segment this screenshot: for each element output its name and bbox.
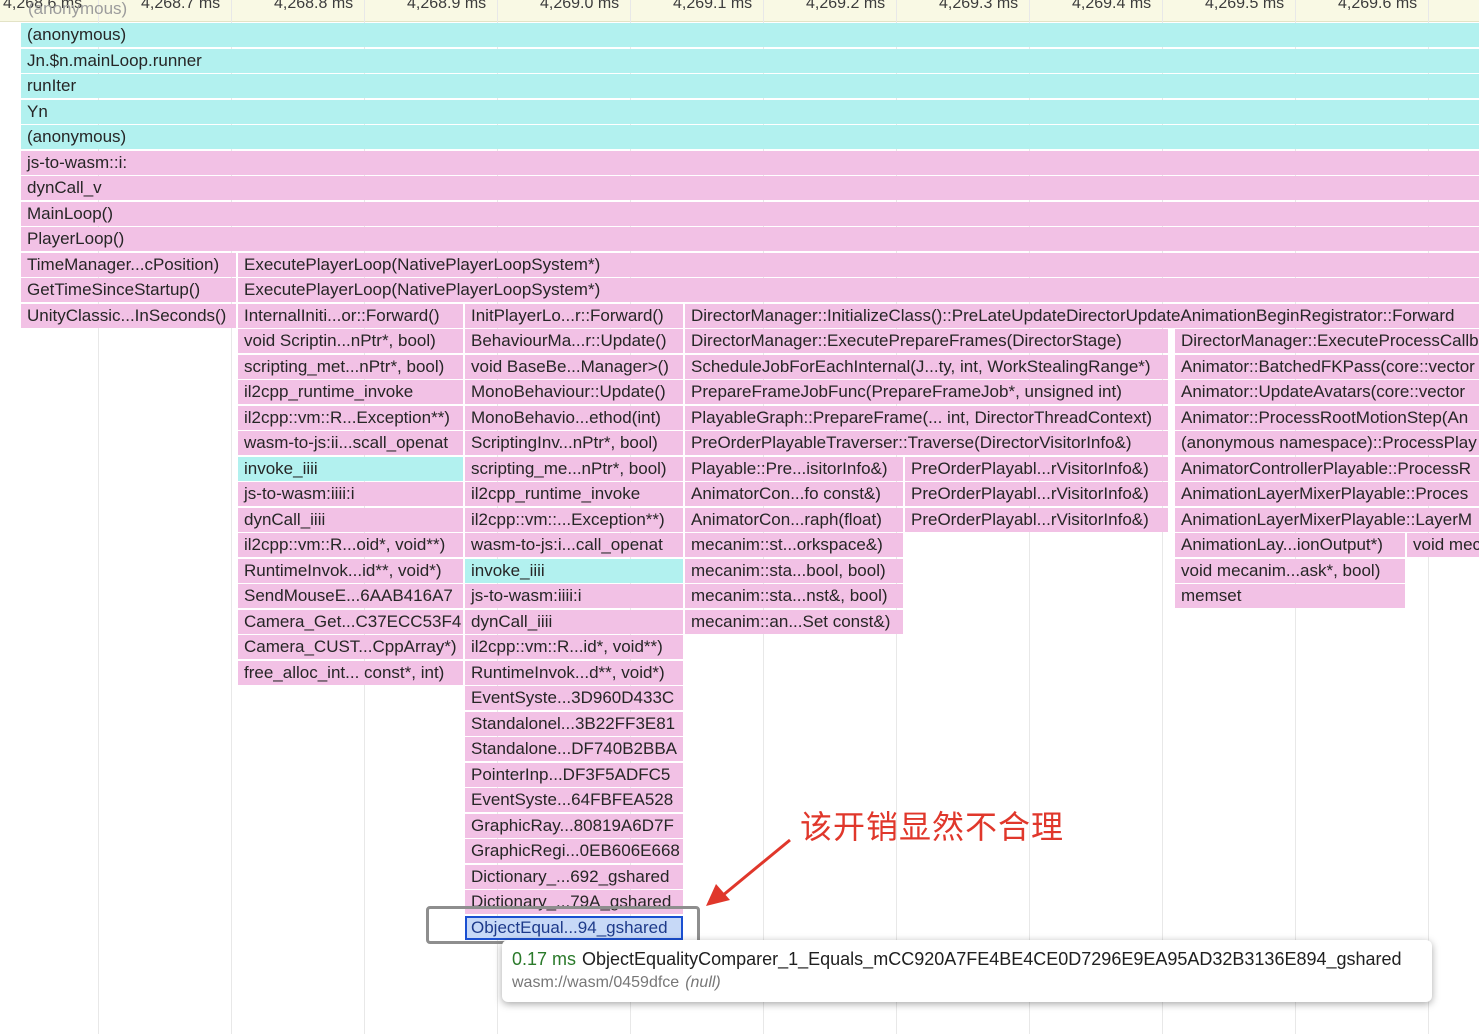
annotation-text: 该开销显然不合理 — [800, 809, 1065, 845]
tooltip-null: (null) — [685, 974, 721, 991]
tooltip-source-url: wasm://wasm/0459dfce — [512, 974, 680, 991]
tooltip-function-name: ObjectEqualityComparer_1_Equals_mCC920A7… — [582, 949, 1402, 969]
tooltip-duration: 0.17 ms — [512, 949, 577, 969]
annotation-arrow — [706, 838, 791, 906]
frame-tooltip: 0.17 ms ObjectEqualityComparer_1_Equals_m… — [502, 940, 1432, 1002]
